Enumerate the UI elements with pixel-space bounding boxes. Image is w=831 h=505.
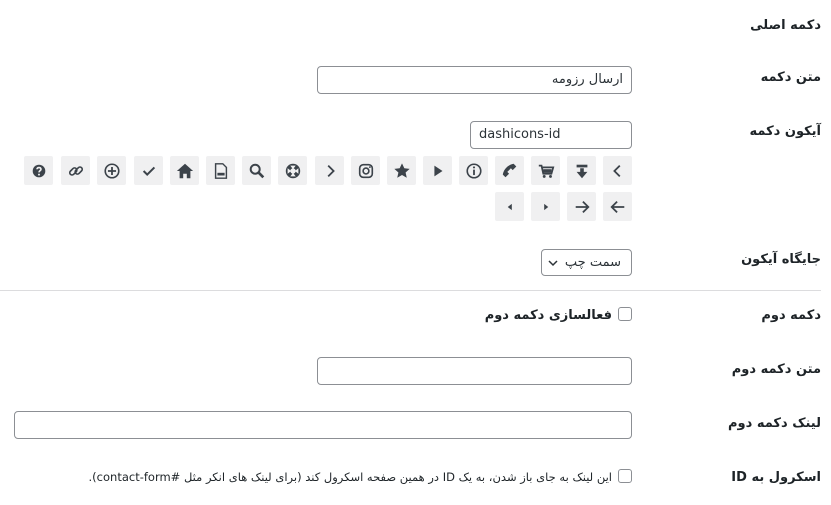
icon-position-label: جایگاه آیکون bbox=[741, 252, 821, 267]
section-divider bbox=[0, 290, 821, 291]
secondary-button-section-title: دکمه دوم bbox=[761, 308, 821, 323]
help-icon bbox=[32, 164, 45, 177]
button-icon-label: آیکون دکمه bbox=[749, 124, 822, 139]
instagram-icon bbox=[358, 163, 373, 178]
sos-icon bbox=[285, 163, 300, 178]
search-icon bbox=[249, 163, 264, 178]
icon-option-play[interactable] bbox=[423, 156, 452, 185]
chevron-down-icon bbox=[548, 260, 558, 267]
pdf-icon bbox=[214, 162, 227, 179]
icon-option-check[interactable] bbox=[134, 156, 163, 185]
icon-option-chevron-right[interactable] bbox=[315, 156, 344, 185]
icon-option-chevron-left[interactable] bbox=[603, 156, 632, 185]
check-icon bbox=[142, 166, 155, 176]
play-icon bbox=[433, 165, 442, 176]
icon-option-instagram[interactable] bbox=[351, 156, 380, 185]
icon-option-pdf[interactable] bbox=[206, 156, 235, 185]
icon-option-link[interactable] bbox=[61, 156, 90, 185]
scroll-to-id-checkbox[interactable] bbox=[618, 469, 632, 483]
icon-option-help[interactable] bbox=[24, 156, 53, 185]
icon-option-info[interactable] bbox=[459, 156, 488, 185]
plus-circle-icon bbox=[103, 162, 120, 179]
enable-secondary-label: فعالسازی دکمه دوم bbox=[484, 308, 612, 323]
icon-option-star[interactable] bbox=[387, 156, 416, 185]
info-icon bbox=[465, 162, 482, 179]
download-icon bbox=[576, 164, 587, 178]
chevron-right-icon bbox=[327, 164, 335, 177]
secondary-link-label: لینک دکمه دوم bbox=[728, 416, 821, 431]
icon-option-arrow-right[interactable] bbox=[567, 192, 596, 221]
arrow-right-alt-icon bbox=[575, 200, 590, 213]
icon-option-arrow-left[interactable] bbox=[603, 192, 632, 221]
icon-position-selected: سمت چپ bbox=[564, 255, 621, 270]
small-arrow-left-icon bbox=[507, 203, 512, 210]
scroll-to-id-label: اسکرول به ID bbox=[731, 470, 821, 485]
button-text-input[interactable]: ارسال رزومه bbox=[317, 66, 632, 94]
phone-icon bbox=[502, 163, 516, 177]
arrow-left-icon bbox=[609, 200, 624, 213]
secondary-text-input[interactable] bbox=[317, 357, 632, 385]
icon-option-small-arrow-left[interactable] bbox=[495, 192, 524, 221]
scroll-to-id-description: این لینک به جای باز شدن، به یک ID در همی… bbox=[88, 470, 612, 484]
star-icon bbox=[393, 162, 410, 178]
icon-option-sos[interactable] bbox=[278, 156, 307, 185]
icon-option-plus-circle[interactable] bbox=[97, 156, 126, 185]
enable-secondary-checkbox[interactable] bbox=[618, 307, 632, 321]
link-icon bbox=[68, 165, 83, 176]
icon-option-download[interactable] bbox=[567, 156, 596, 185]
icon-option-small-arrow-right[interactable] bbox=[531, 192, 560, 221]
icon-option-cart[interactable] bbox=[531, 156, 560, 185]
icon-option-home[interactable] bbox=[170, 156, 199, 185]
chevron-left-icon bbox=[612, 164, 620, 177]
button-text-label: متن دکمه bbox=[760, 70, 821, 85]
icon-option-phone[interactable] bbox=[495, 156, 524, 185]
primary-button-section-title: دکمه اصلی bbox=[750, 18, 821, 33]
button-icon-input[interactable]: dashicons-id bbox=[470, 121, 632, 149]
secondary-text-label: متن دکمه دوم bbox=[731, 362, 821, 377]
secondary-link-input[interactable] bbox=[14, 411, 632, 439]
cart-icon bbox=[538, 164, 554, 178]
icon-option-search[interactable] bbox=[242, 156, 271, 185]
home-icon bbox=[176, 163, 193, 178]
small-arrow-right-icon bbox=[543, 203, 548, 210]
